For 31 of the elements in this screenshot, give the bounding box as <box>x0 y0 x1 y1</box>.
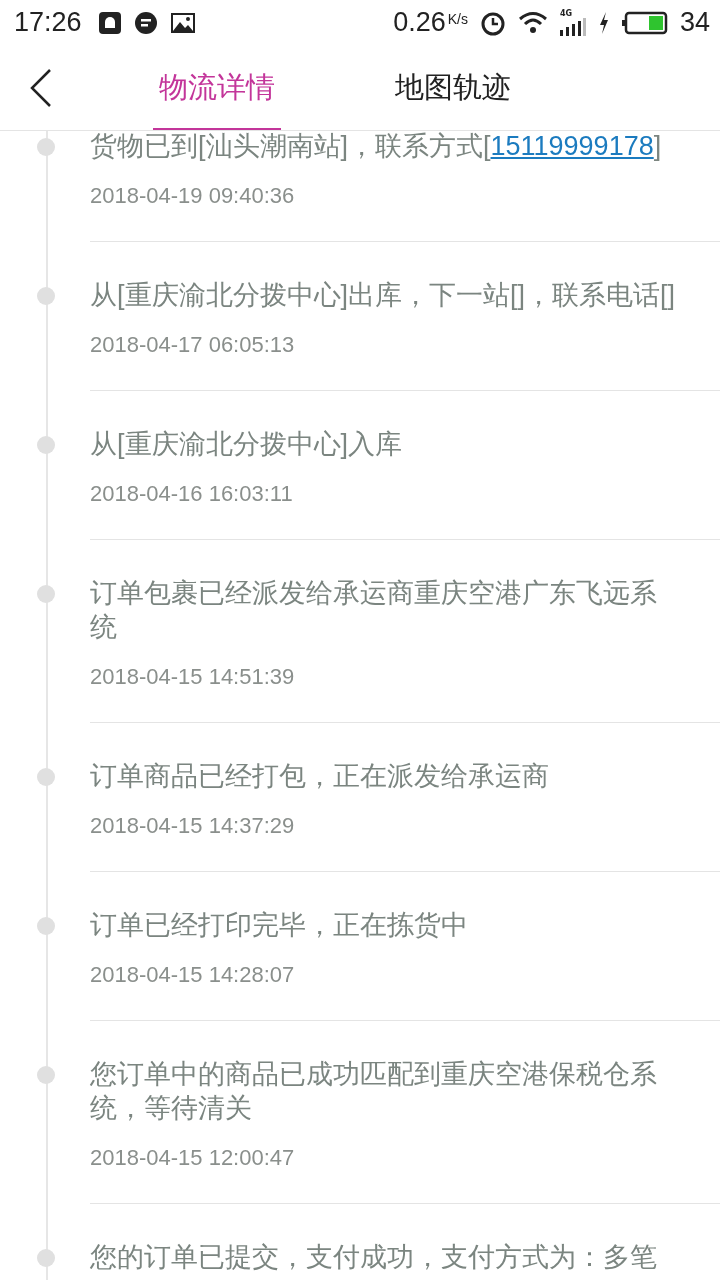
network-speed: 0.26 <box>393 7 446 38</box>
event-time: 2018-04-15 14:51:39 <box>90 663 296 691</box>
event-text: 您的订单已提交，支付成功，支付方式为：多笔 <box>90 1241 658 1274</box>
event-text: 从[重庆渝北分拨中心]入库 <box>90 428 403 461</box>
clock-time: 17:26 <box>14 7 82 38</box>
phone-link[interactable]: 15119999178 <box>490 131 654 161</box>
event-time: 2018-04-19 09:40:36 <box>90 182 296 210</box>
event-text: 您订单中的商品已成功匹配到重庆空港保税仓系统，等待清关 <box>90 1058 658 1125</box>
charging-icon <box>597 10 610 35</box>
signal-icon <box>559 17 586 36</box>
speed-unit: K/s <box>447 10 468 27</box>
event-time: 2018-04-16 16:03:11 <box>90 480 294 508</box>
battery-icon <box>621 10 668 35</box>
event-time: 2018-04-15 14:28:07 <box>90 961 296 989</box>
battery-percent: 34 <box>679 7 710 38</box>
event-text: 订单已经打印完毕，正在拣货中 <box>90 909 469 942</box>
network-type: 4G <box>559 9 573 18</box>
event-text: 从[重庆渝北分拨中心]出库，下一站[]，联系电话[] <box>90 279 676 312</box>
chat-icon <box>133 10 158 35</box>
tab[interactable]: 地图轨迹 <box>389 45 517 130</box>
tab[interactable]: 物流详情 <box>153 45 281 130</box>
event-text: 订单商品已经打包，正在派发给承运商 <box>90 760 550 793</box>
bell-icon <box>97 10 122 35</box>
event-time: 2018-04-17 06:05:13 <box>90 331 296 359</box>
back-icon[interactable] <box>29 67 53 108</box>
wifi-icon <box>517 10 548 35</box>
event-time: 2018-04-15 12:00:47 <box>90 1144 296 1172</box>
event-text: 订单包裹已经派发给承运商重庆空港广东飞远系统 <box>90 577 658 644</box>
image-icon <box>169 10 196 35</box>
event-text: 货物已到[汕头潮南站]，联系方式[15119999178] <box>90 131 663 163</box>
event-time: 2018-04-15 14:37:29 <box>90 812 296 840</box>
